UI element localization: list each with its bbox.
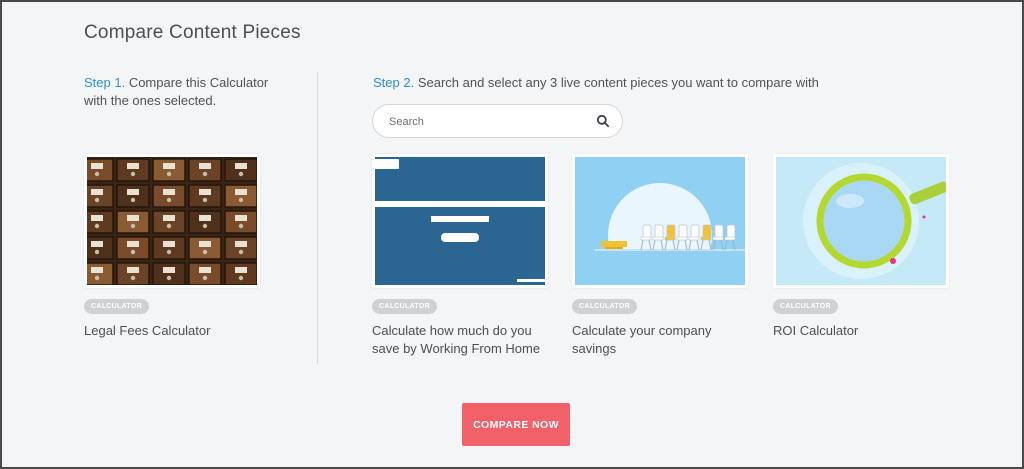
type-badge: CALCULATOR (572, 299, 637, 314)
card-title: Legal Fees Calculator (84, 323, 211, 338)
compare-panel: Compare Content Pieces Step 1. Compare t… (0, 0, 1024, 469)
card-thumbnail (84, 154, 260, 288)
step-2-text: Search and select any 3 live content pie… (414, 75, 819, 90)
card-title[interactable]: ROI Calculator (773, 322, 958, 340)
step-1-instructions: Step 1. Compare this Calculator with the… (84, 74, 294, 110)
search-box[interactable] (372, 104, 623, 138)
chairs-illustration-image (575, 157, 745, 285)
search-input[interactable] (389, 113, 589, 131)
step-1-number: Step 1. (84, 75, 126, 90)
column-divider (317, 72, 318, 364)
card-catalog-image (87, 157, 257, 285)
page-title: Compare Content Pieces (84, 22, 301, 43)
card-title[interactable]: Calculate your company savings (572, 322, 757, 358)
card-thumbnail[interactable] (572, 154, 748, 288)
card-thumbnail[interactable] (773, 154, 949, 288)
step-2-number: Step 2. (373, 75, 415, 90)
type-badge: CALCULATOR (773, 299, 838, 314)
search-icon[interactable] (596, 114, 610, 128)
type-badge: CALCULATOR (84, 299, 149, 314)
type-badge: CALCULATOR (372, 299, 437, 314)
card-thumbnail[interactable] (372, 154, 548, 288)
step-2-instructions: Step 2. Search and select any 3 live con… (373, 74, 973, 92)
card-title[interactable]: Calculate how much do you save by Workin… (372, 322, 557, 358)
blue-page-mockup-image (375, 157, 545, 285)
magnifying-glass-image (776, 157, 946, 285)
compare-now-button[interactable]: COMPARE NOW (462, 403, 570, 446)
